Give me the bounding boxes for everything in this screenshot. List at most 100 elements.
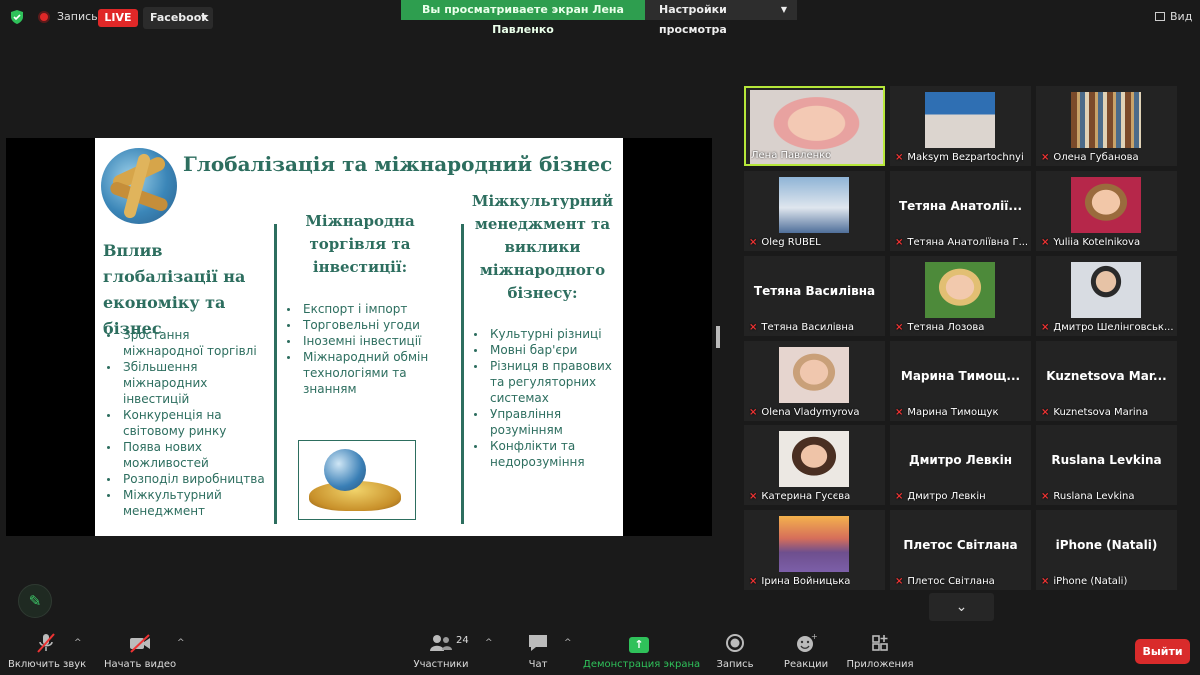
apps-button[interactable]: Приложения [846,632,914,670]
start-video-button[interactable]: Начать видео [104,632,176,670]
participant-name: iPhone (Natali) [1053,576,1128,587]
participant-display-name: Дмитро Левкін [908,453,1013,467]
participant-tile[interactable]: ⨯ Yuliia Kotelnikova [1036,171,1177,251]
participant-tile[interactable]: ⨯ Катерина Гусєва [744,425,885,505]
apps-icon [846,632,914,654]
participant-tile[interactable]: Дмитро Левкін ⨯ Дмитро Левкін [890,425,1031,505]
muted-mic-icon: ⨯ [895,152,904,163]
view-options-label: Настройки просмотра [659,3,727,36]
participant-display-name: Тетяна Анатолії... [898,199,1023,213]
unmute-button[interactable]: Включить звук [8,632,86,670]
stream-target-label: Facebook [150,11,209,24]
record-label: Запись [716,659,754,670]
participant-name: Yuliia Kotelnikova [1053,237,1141,248]
share-screen-button[interactable]: ↑ Демонстрация экрана [583,632,701,670]
participant-display-name: Kuznetsova Mar... [1046,369,1167,383]
chevron-down-icon: ▼ [200,13,207,22]
view-button[interactable]: Вид [1155,10,1192,23]
share-screen-icon: ↑ [583,632,695,654]
muted-mic-icon: ⨯ [749,491,758,502]
list-item: Розподіл виробництва [103,471,273,487]
record-status-label[interactable]: Запись [57,10,98,23]
gallery-next-page-button[interactable]: ⌄ [929,593,994,621]
live-badge[interactable]: LIVE [98,9,138,27]
list-item: Культурні різниці [470,326,620,342]
splitter-handle[interactable] [716,326,720,348]
security-shield-icon[interactable] [10,10,24,24]
participant-tile[interactable]: Лена Павленко [744,86,885,166]
participant-tile[interactable]: Ruslana Levkina ⨯ Ruslana Levkina [1036,425,1177,505]
participant-tile[interactable]: ⨯ Дмитро Шелінговськ... [1036,256,1177,336]
list-item: Різниця в правових та регуляторних систе… [470,358,620,406]
list-item: Торговельні угоди [283,317,453,333]
globe-coins-image [298,440,416,520]
participant-video [779,347,849,403]
participant-name-label: Лена Павленко [751,150,831,161]
participant-tile[interactable]: Тетяна Анатолії... ⨯ Тетяна Анатоліївна Г.… [890,171,1031,251]
reaction-smiley-icon: + [780,632,832,654]
list-item: Управління розумінням [470,406,620,438]
participant-video [925,262,995,318]
participant-display-name: Тетяна Василівна [753,284,876,298]
reactions-label: Реакции [783,659,829,670]
column-divider [461,224,464,524]
participant-video [779,177,849,233]
reactions-button[interactable]: + Реакции [780,632,832,670]
participant-display-name: iPhone (Natali) [1055,538,1158,552]
list-item: Міжкультурний менеджмент [103,487,273,519]
participant-name-label: ⨯ Maksym Bezpartochnyi [895,152,1024,163]
participant-tile[interactable]: ⨯ Тетяна Лозова [890,256,1031,336]
participant-name-label: ⨯ Дмитро Шелінговськ... [1041,322,1174,333]
right-column-heading: Міжкультурний менеджмент та виклики міжн… [471,192,614,302]
participant-video [1071,177,1141,233]
participant-name: Тетяна Лозова [907,322,985,333]
muted-mic-icon: ⨯ [1041,237,1050,248]
participant-name: Ruslana Levkina [1053,491,1135,502]
chat-button[interactable]: Чат [520,632,556,670]
participant-tile[interactable]: ⨯ Oleg RUBEL [744,171,885,251]
screen-share-banner: Вы просматриваете экран Лена Павленко [401,0,645,36]
participants-count: 24 [456,635,469,646]
participant-name: Тетяна Василівна [761,322,855,333]
stream-target-dropdown[interactable]: Facebook ▼ [143,7,213,29]
participant-name: Дмитро Шелінговськ... [1053,322,1174,333]
view-button-label: Вид [1170,10,1193,23]
video-options-caret-icon[interactable]: ^ [177,638,185,648]
participant-tile[interactable]: ⨯ Maksym Bezpartochnyi [890,86,1031,166]
annotate-pencil-icon[interactable]: ✎ [18,584,52,618]
participant-tile[interactable]: ⨯ Olena Vladymyrova [744,341,885,421]
participant-tile[interactable]: Плетос Світлана ⨯ Плетос Світлана [890,510,1031,590]
apps-label: Приложения [846,659,914,670]
participant-tile[interactable]: ⨯ Олена Губанова [1036,86,1177,166]
muted-mic-icon: ⨯ [749,576,758,587]
participant-tile[interactable]: Тетяна Василівна ⨯ Тетяна Василівна [744,256,885,336]
participant-name-label: ⨯ Плетос Світлана [895,576,995,587]
view-options-dropdown[interactable]: Настройки просмотра ▼ [645,0,797,36]
list-item: Зростання міжнародної торгівлі [103,327,273,359]
participant-name: Oleg RUBEL [761,237,821,248]
participant-name-label: ⨯ Тетяна Василівна [749,322,854,333]
participant-tile[interactable]: iPhone (Natali) ⨯ iPhone (Natali) [1036,510,1177,590]
participants-options-caret-icon[interactable]: ^ [485,638,493,648]
share-screen-label: Демонстрация экрана [583,659,701,670]
record-button[interactable]: Запись [712,632,758,670]
chat-options-caret-icon[interactable]: ^ [564,638,572,648]
muted-mic-icon: ⨯ [1041,152,1050,163]
participant-video [779,431,849,487]
participant-tile[interactable]: Kuznetsova Mar... ⨯ Kuznetsova Marina [1036,341,1177,421]
participant-tile[interactable]: ⨯ Ірина Войницька [744,510,885,590]
audio-options-caret-icon[interactable]: ^ [74,638,82,648]
participant-name-label: ⨯ Тетяна Анатоліївна Г... [895,237,1028,248]
leave-meeting-button[interactable]: Выйти [1135,639,1190,664]
participant-display-name: Плетос Світлана [903,538,1018,552]
participant-tile[interactable]: Марина Тимощ... ⨯ Марина Тимощук [890,341,1031,421]
list-item: Міжнародний обмін технологіями та знання… [283,349,453,397]
list-item: Експорт і імпорт [283,301,453,317]
participants-label: Участники [413,659,469,670]
participant-name: Лена Павленко [751,150,832,161]
participant-name: Дмитро Левкін [907,491,986,502]
grid-icon [1155,12,1165,21]
muted-mic-icon: ⨯ [1041,576,1050,587]
participant-name: Maksym Bezpartochnyi [907,152,1024,163]
participant-name-label: ⨯ Yuliia Kotelnikova [1041,237,1140,248]
